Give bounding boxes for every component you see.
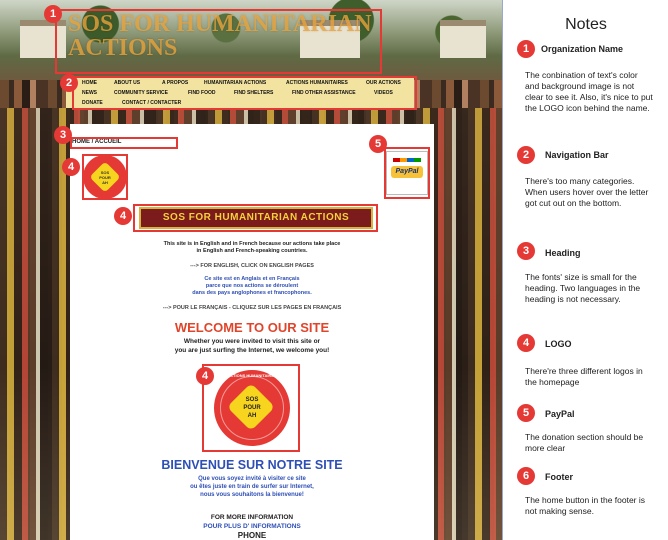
annotation-box-nav bbox=[72, 76, 417, 110]
note-body: The fonts' size is small for the heading… bbox=[525, 272, 641, 304]
english-pages-link[interactable]: ---> FOR ENGLISH, CLICK ON ENGLISH PAGES bbox=[70, 262, 434, 270]
note-heading: LOGO bbox=[545, 339, 572, 349]
note-heading: Navigation Bar bbox=[545, 150, 609, 160]
plus-info-label: POUR PLUS D' INFORMATIONS bbox=[203, 523, 301, 530]
note-body: The home button in the footer is not mak… bbox=[525, 495, 646, 516]
bienvenue-sub-3: nous vous souhaitons la bienvenue! bbox=[200, 492, 304, 498]
note-body: The donation section should be more clea… bbox=[525, 432, 644, 453]
annotation-box-big-logo bbox=[202, 364, 300, 452]
annotation-badge: 5 bbox=[369, 135, 387, 153]
note-badge: 1 bbox=[517, 40, 535, 58]
welcome-sub-2: you are just surfing the Internet, we we… bbox=[174, 347, 330, 354]
note-body: There's too many categories. When users … bbox=[525, 176, 649, 208]
note-badge: 6 bbox=[517, 467, 535, 485]
bienvenue-heading: BIENVENUE SUR NOTRE SITE bbox=[161, 458, 343, 472]
notes-panel: Notes 1 Organization Name The conbinatio… bbox=[502, 0, 668, 540]
annotation-badge: 1 bbox=[44, 5, 62, 23]
annotation-badge: 2 bbox=[60, 74, 78, 92]
annotation-badge: 4 bbox=[62, 158, 80, 176]
french-pages-link[interactable]: ---> POUR LE FRANÇAIS - CLIQUEZ SUR LES … bbox=[70, 304, 434, 312]
bienvenue-sub-1: Que vous soyez invité à visiter ce site bbox=[198, 476, 306, 482]
website-screenshot: SOS FOR HUMANITARIAN ACTIONS HOME ABOUT … bbox=[0, 0, 502, 540]
note-badge: 4 bbox=[517, 334, 535, 352]
note-heading: Heading bbox=[545, 248, 581, 258]
more-info-label: FOR MORE INFORMATION bbox=[210, 514, 294, 521]
annotation-box-heading bbox=[70, 137, 178, 149]
notes-title: Notes bbox=[565, 16, 607, 33]
welcome-sub-1: Whether you were invited to visit this s… bbox=[183, 338, 321, 345]
annotation-box-org-name bbox=[55, 9, 382, 74]
note-heading: Footer bbox=[545, 472, 573, 482]
note-body: The conbination of text's color and back… bbox=[525, 70, 653, 113]
note-badge: 5 bbox=[517, 404, 535, 422]
phone-label: PHONE bbox=[237, 531, 267, 540]
building-image bbox=[440, 20, 486, 58]
annotation-box-paypal bbox=[384, 147, 430, 199]
annotation-badge: 4 bbox=[114, 207, 132, 225]
annotation-box-banner bbox=[133, 204, 378, 232]
note-badge: 3 bbox=[517, 242, 535, 260]
annotation-badge: 4 bbox=[196, 367, 214, 385]
welcome-heading: WELCOME TO OUR SITE bbox=[174, 320, 330, 335]
annotation-box-small-logo bbox=[82, 154, 128, 200]
note-body: There're three different logos in the ho… bbox=[525, 366, 643, 387]
intro-line-2: in English and French-speaking countries… bbox=[196, 248, 308, 254]
french-line-2: parce que nos actions se déroulent bbox=[205, 283, 299, 289]
note-heading: Organization Name bbox=[541, 44, 624, 54]
annotation-badge: 3 bbox=[54, 126, 72, 144]
bienvenue-sub-2: ou êtes juste en train de surfer sur Int… bbox=[190, 484, 314, 490]
note-heading: PayPal bbox=[545, 409, 575, 419]
note-badge: 2 bbox=[517, 146, 535, 164]
french-line-3: dans des pays anglophones et francophone… bbox=[192, 290, 312, 296]
french-line-1: Ce site est en Anglais et en Français bbox=[204, 276, 300, 282]
